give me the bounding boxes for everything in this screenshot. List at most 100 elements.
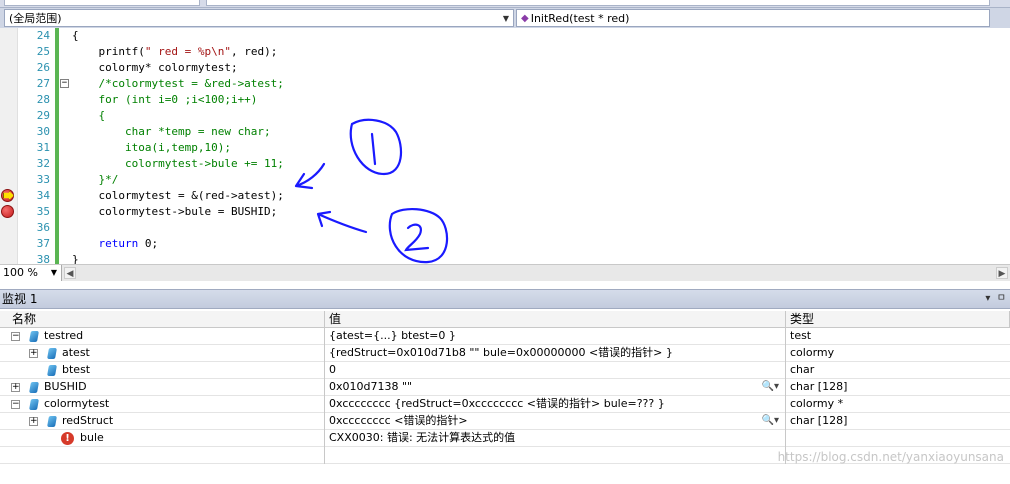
watch-value: {atest={...} btest=0 } bbox=[329, 329, 456, 342]
watch-value-cell[interactable] bbox=[325, 447, 786, 464]
toolbar-combo-left[interactable] bbox=[4, 0, 200, 6]
horizontal-scrollbar[interactable]: ◀ ▶ bbox=[62, 265, 1010, 281]
watermark: https://blog.csdn.net/yanxiaoyunsana bbox=[777, 450, 1004, 464]
code-line[interactable]: 26 colormy* colormytest; bbox=[0, 60, 1010, 76]
code-text: itoa(i,temp,10); bbox=[72, 141, 231, 154]
expand-icon[interactable]: + bbox=[11, 383, 20, 392]
line-number: 28 bbox=[36, 93, 50, 106]
panel-controls[interactable]: ▾ ㅁ bbox=[985, 290, 1006, 308]
code-line[interactable]: 27 − /*colormytest = &red->atest; bbox=[0, 76, 1010, 92]
toolbar-combo-right[interactable] bbox=[206, 0, 990, 6]
visualizer-icon[interactable]: 🔍▾ bbox=[762, 413, 779, 429]
column-header-type[interactable]: 类型 bbox=[786, 311, 1010, 328]
watch-name-cell[interactable]: − colormytest bbox=[0, 396, 325, 413]
zoom-dropdown[interactable]: 100 % ▼ bbox=[0, 265, 62, 281]
watch-name-cell[interactable]: − testred bbox=[0, 328, 325, 345]
watch-value: {redStruct=0x010d71b8 "" bule=0x00000000… bbox=[329, 346, 673, 359]
scope-dropdown[interactable]: (全局范围) ▼ bbox=[4, 9, 514, 27]
watch-row[interactable]: + redStruct 0xcccccccc <错误的指针> 🔍▾ char [128] bbox=[0, 413, 1010, 430]
watch-row[interactable]: btest 0 char bbox=[0, 362, 1010, 379]
navigation-bar: (全局范围) ▼ ◆ InitRed(test * red) bbox=[0, 8, 1010, 28]
watch-value-cell[interactable]: {redStruct=0x010d71b8 "" bule=0x00000000… bbox=[325, 345, 786, 362]
line-number: 35 bbox=[36, 205, 50, 218]
collapse-toggle-icon[interactable]: − bbox=[60, 79, 69, 88]
code-editor[interactable]: 24{25 printf(" red = %p\n", red); 26 colo… bbox=[0, 28, 1010, 264]
zoom-level: 100 % bbox=[3, 266, 38, 279]
watch-name: colormytest bbox=[44, 397, 110, 410]
code-line[interactable]: 28 for (int i=0 ;i<100;i++) bbox=[0, 92, 1010, 108]
line-number: 34 bbox=[36, 189, 50, 202]
line-number: 31 bbox=[36, 141, 50, 154]
watch-row[interactable]: − testred {atest={...} btest=0 } test bbox=[0, 328, 1010, 345]
code-line[interactable]: 37 return 0; bbox=[0, 236, 1010, 252]
watch-row[interactable]: ! bule CXX0030: 错误: 无法计算表达式的值 bbox=[0, 430, 1010, 447]
chevron-down-icon[interactable]: ▼ bbox=[51, 265, 57, 281]
code-text: colormytest->bule += 11; bbox=[72, 157, 284, 170]
code-text: char *temp = new char; bbox=[72, 125, 271, 138]
watch-value: 0 bbox=[329, 363, 336, 376]
watch-value-cell[interactable]: CXX0030: 错误: 无法计算表达式的值 bbox=[325, 430, 786, 447]
watch-name-cell[interactable]: ! bule bbox=[0, 430, 325, 447]
watch-type-cell: char [128] bbox=[790, 380, 848, 393]
expand-icon[interactable]: + bbox=[29, 349, 38, 358]
watch-value-cell[interactable]: 0x010d7138 "" 🔍▾ bbox=[325, 379, 786, 396]
code-line[interactable]: 35 colormytest->bule = BUSHID; bbox=[0, 204, 1010, 220]
collapse-icon[interactable]: − bbox=[11, 332, 20, 341]
watch-row[interactable]: + BUSHID 0x010d7138 "" 🔍▾ char [128] bbox=[0, 379, 1010, 396]
method-icon: ◆ bbox=[521, 12, 529, 24]
watch-name-cell[interactable]: + atest bbox=[0, 345, 325, 362]
watch-name: bule bbox=[80, 431, 104, 444]
variable-icon bbox=[29, 399, 39, 410]
watch-value-cell[interactable]: 0 bbox=[325, 362, 786, 379]
watch-type-cell: colormy bbox=[790, 346, 835, 359]
collapse-icon[interactable]: − bbox=[11, 400, 20, 409]
code-text: } bbox=[72, 253, 79, 264]
variable-icon bbox=[47, 416, 57, 427]
watch-name-cell[interactable]: btest bbox=[0, 362, 325, 379]
code-text: { bbox=[72, 29, 79, 42]
expand-icon[interactable]: + bbox=[29, 417, 38, 426]
function-dropdown[interactable]: ◆ InitRed(test * red) bbox=[516, 9, 990, 27]
code-line[interactable]: 24 { bbox=[0, 28, 1010, 44]
watch-name-cell[interactable] bbox=[0, 447, 325, 464]
watch-name-cell[interactable]: + BUSHID bbox=[0, 379, 325, 396]
watch-row[interactable]: − colormytest 0xcccccccc {redStruct=0xcccc… bbox=[0, 396, 1010, 413]
variable-icon bbox=[47, 348, 57, 359]
breakpoint-icon[interactable] bbox=[1, 205, 14, 218]
code-text: }*/ bbox=[72, 173, 119, 186]
code-line[interactable]: 36 bbox=[0, 220, 1010, 236]
code-line[interactable]: 30 char *temp = new char; bbox=[0, 124, 1010, 140]
code-line[interactable]: 34 colormytest = &(red->atest); bbox=[0, 188, 1010, 204]
watch-name: atest bbox=[62, 346, 90, 359]
watch-name-cell[interactable]: + redStruct bbox=[0, 413, 325, 430]
variable-icon bbox=[29, 331, 39, 342]
column-header-name[interactable]: 名称 bbox=[0, 311, 325, 328]
visualizer-icon[interactable]: 🔍▾ bbox=[762, 379, 779, 395]
code-line[interactable]: 29 { bbox=[0, 108, 1010, 124]
watch-name: redStruct bbox=[62, 414, 114, 427]
chevron-down-icon[interactable]: ▼ bbox=[499, 14, 513, 23]
line-number: 25 bbox=[36, 45, 50, 58]
line-number: 30 bbox=[36, 125, 50, 138]
line-number: 27 bbox=[36, 77, 50, 90]
code-line[interactable]: 32 colormytest->bule += 11; bbox=[0, 156, 1010, 172]
code-text: colormytest = &(red->atest); bbox=[72, 189, 284, 202]
code-line[interactable]: 33 }*/ bbox=[0, 172, 1010, 188]
code-text: { bbox=[72, 109, 106, 122]
code-line[interactable]: 25 printf(" red = %p\n", red); bbox=[0, 44, 1010, 60]
code-line[interactable]: 31 itoa(i,temp,10); bbox=[0, 140, 1010, 156]
watch-value-cell[interactable]: {atest={...} btest=0 } bbox=[325, 328, 786, 345]
watch-panel-title: 监视 1 bbox=[2, 292, 38, 306]
code-text: printf(" red = %p\n", red); bbox=[72, 45, 278, 58]
scroll-right-icon[interactable]: ▶ bbox=[996, 267, 1008, 279]
watch-value-cell[interactable]: 0xcccccccc {redStruct=0xcccccccc <错误的指针>… bbox=[325, 396, 786, 413]
code-line[interactable]: 38} bbox=[0, 252, 1010, 264]
column-header-value[interactable]: 值 bbox=[325, 311, 786, 328]
split-button[interactable] bbox=[990, 8, 1010, 28]
watch-value-cell[interactable]: 0xcccccccc <错误的指针> 🔍▾ bbox=[325, 413, 786, 430]
scroll-left-icon[interactable]: ◀ bbox=[64, 267, 76, 279]
line-number: 36 bbox=[36, 221, 50, 234]
watch-name: BUSHID bbox=[44, 380, 87, 393]
code-text: /*colormytest = &red->atest; bbox=[72, 77, 284, 90]
watch-row[interactable]: + atest {redStruct=0x010d71b8 "" bule=0x00… bbox=[0, 345, 1010, 362]
